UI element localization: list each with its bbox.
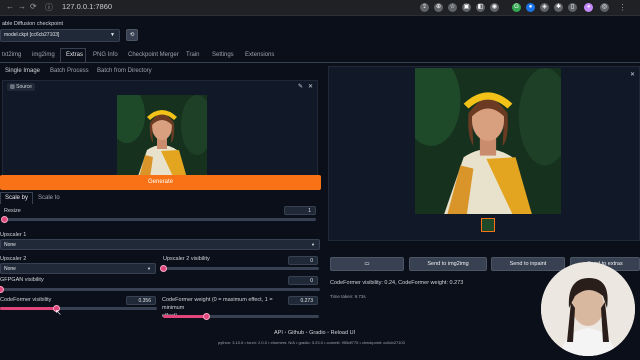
codeformer-weight-fill <box>163 315 206 318</box>
footer-version-info: python: 3.10.6 • torch: 2.0.0 • xformers… <box>218 340 405 345</box>
extension-icon[interactable]: ◈ <box>540 3 549 12</box>
checkpoint-dropdown[interactable]: model.ckpt [cc6cb27103] ▼ <box>0 29 120 42</box>
upscaler2-visibility-input[interactable]: 0 <box>288 256 318 265</box>
resize-slider-knob[interactable] <box>1 216 8 223</box>
footer-link-gradio[interactable]: Gradio <box>309 330 326 336</box>
browser-toolbar: ← → ⟳ ⓘ 127.0.0.1:7860 ⇪ ⊕ ☆ ▣ ◧ ◉ G ● ◈… <box>0 0 640 16</box>
tab-settings[interactable]: Settings <box>212 52 234 58</box>
profile-avatar[interactable]: ◕ <box>584 3 593 12</box>
tab-extras[interactable]: Extras <box>66 52 83 58</box>
tab-divider <box>0 62 640 63</box>
footer-link-github[interactable]: Github <box>288 330 304 336</box>
output-image[interactable] <box>415 68 561 214</box>
footer-link-reload-ui[interactable]: Reload UI <box>331 330 355 336</box>
webui-app: able Diffusion checkpoint model.ckpt [cc… <box>0 16 640 360</box>
extension-icon[interactable]: G <box>512 3 521 12</box>
gfpgan-label: GFPGAN visibility <box>0 277 44 283</box>
subtab-batch-process[interactable]: Batch Process <box>50 68 89 74</box>
output-gallery: ✕ <box>328 66 640 241</box>
checkpoint-value: model.ckpt [cc6cb27103] <box>4 32 60 38</box>
source-image <box>117 95 207 185</box>
menu-icon[interactable]: ⋮ <box>618 3 627 12</box>
puzzle-icon[interactable]: ✱ <box>554 3 563 12</box>
back-icon[interactable]: ← <box>6 2 14 11</box>
extension-icon[interactable]: ● <box>526 3 535 12</box>
tab-extensions[interactable]: Extensions <box>245 52 274 58</box>
codeformer-weight-knob[interactable] <box>202 313 210 320</box>
subtab-batch-directory[interactable]: Batch from Directory <box>97 68 152 74</box>
output-info-text: CodeFormer visibility: 0.24, CodeFormer … <box>330 280 464 286</box>
codeformer-visibility-input[interactable]: 0.356 <box>126 296 156 305</box>
tab-png-info[interactable]: PNG Info <box>93 52 118 58</box>
open-folder-button[interactable]: ▭ <box>330 257 404 271</box>
zoom-icon[interactable]: ⊕ <box>434 3 443 12</box>
tab-checkpoint-merger[interactable]: Checkpoint Merger <box>128 52 179 58</box>
upscaler2-value: None <box>4 266 16 272</box>
codeformer-visibility-slider[interactable] <box>0 305 157 312</box>
upscaler1-value: None <box>4 242 16 248</box>
upscaler2-visibility-label: Upscaler 2 visibility <box>163 256 210 262</box>
tab-txt2img[interactable]: txt2img <box>2 52 21 58</box>
upscaler2-visibility-knob[interactable] <box>160 265 167 272</box>
mouse-cursor-icon: ↖ <box>55 308 62 317</box>
close-icon[interactable]: ✕ <box>308 83 313 90</box>
refresh-checkpoint-button[interactable]: ⟲ <box>126 29 138 41</box>
edit-icon[interactable]: ✎ <box>298 83 303 90</box>
codeformer-weight-input[interactable]: 0.273 <box>288 296 318 305</box>
send-to-img2img-button[interactable]: Send to img2img <box>409 257 487 271</box>
tab-scale-by[interactable]: Scale by <box>5 195 28 201</box>
source-label: ▧ Source <box>7 83 35 91</box>
upscaler2-label: Upscaler 2 <box>0 256 27 262</box>
close-icon[interactable]: ✕ <box>630 71 635 78</box>
chevron-down-icon: ▼ <box>311 242 315 247</box>
generate-button[interactable]: Generate <box>0 175 321 190</box>
extension-icon[interactable]: ◧ <box>476 3 485 12</box>
address-bar[interactable]: 127.0.0.1:7860 <box>62 2 112 11</box>
resize-slider[interactable] <box>1 216 316 223</box>
footer-link-api[interactable]: API <box>274 330 283 336</box>
info-icon[interactable]: ⓘ <box>45 2 53 13</box>
send-to-inpaint-button[interactable]: Send to inpaint <box>491 257 565 271</box>
checkpoint-label: able Diffusion checkpoint <box>2 21 64 27</box>
gfpgan-knob[interactable] <box>0 286 4 293</box>
tab-img2img[interactable]: img2img <box>32 52 55 58</box>
chevron-down-icon: ▼ <box>110 32 115 38</box>
chevron-down-icon: ▼ <box>147 266 151 271</box>
share-icon[interactable]: ⇪ <box>420 3 429 12</box>
sidepanel-icon[interactable]: ▯ <box>568 3 577 12</box>
webcam-overlay <box>541 262 635 356</box>
subtab-single-image[interactable]: Single Image <box>5 68 40 74</box>
gfpgan-input[interactable]: 0 <box>288 276 318 285</box>
gfpgan-slider[interactable] <box>0 286 320 293</box>
upscaler2-dropdown[interactable]: None ▼ <box>0 263 156 274</box>
output-thumbnail[interactable] <box>481 218 495 232</box>
tab-train[interactable]: Train <box>186 52 199 58</box>
codeformer-visibility-label: CodeFormer visibility <box>0 297 52 303</box>
upscaler1-label: Upscaler 1 <box>0 232 27 238</box>
codeformer-visibility-fill <box>0 307 56 310</box>
upscaler2-visibility-slider[interactable] <box>160 265 319 272</box>
time-taken-text: Time taken: 9.73s <box>330 294 366 299</box>
source-image-panel[interactable]: ▧ Source ✎ ✕ <box>2 80 318 188</box>
extension-icon[interactable]: ▣ <box>462 3 471 12</box>
reload-icon[interactable]: ⟳ <box>30 2 37 11</box>
footer-links: API • Github • Gradio • Reload UI <box>274 330 356 336</box>
upscaler1-dropdown[interactable]: None ▼ <box>0 239 320 250</box>
extension-icon[interactable]: ◎ <box>600 3 609 12</box>
tab-scale-to[interactable]: Scale to <box>38 195 60 201</box>
forward-icon[interactable]: → <box>18 2 26 11</box>
codeformer-weight-slider[interactable] <box>163 313 319 320</box>
extension-icon[interactable]: ◉ <box>490 3 499 12</box>
resize-label: Resize <box>4 208 21 214</box>
resize-input[interactable]: 1 <box>284 206 316 215</box>
star-icon[interactable]: ☆ <box>448 3 457 12</box>
